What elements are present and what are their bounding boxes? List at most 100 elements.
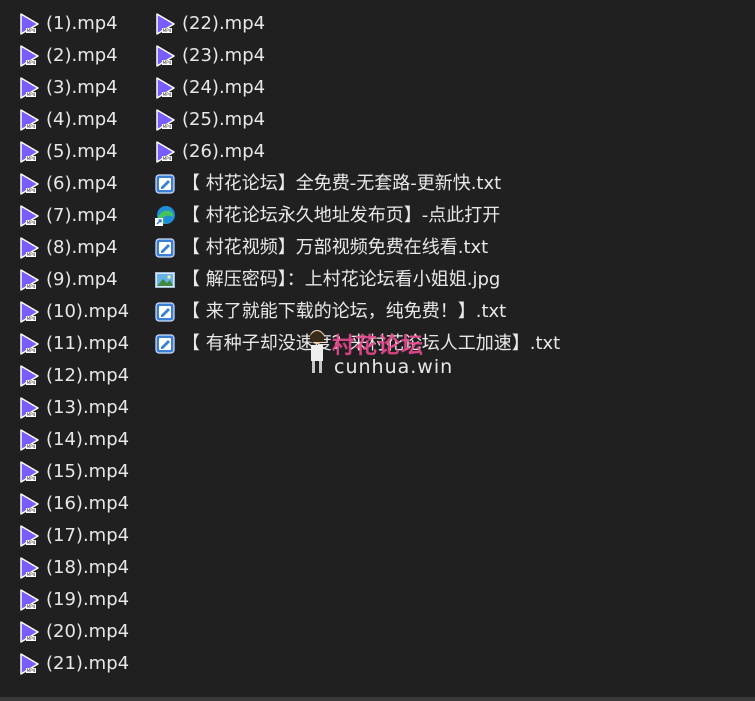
file-name: (15).mp4 [46,461,130,482]
svg-text:MP4: MP4 [27,348,36,353]
svg-text:MP4: MP4 [163,92,172,97]
file-name: (11).mp4 [46,333,130,354]
file-name: (22).mp4 [182,13,266,34]
file-name: (3).mp4 [46,77,118,98]
file-name: 【 解压密码】：上村花论坛看小姐姐.jpg [182,269,501,290]
file-name: (2).mp4 [46,45,118,66]
file-name: (19).mp4 [46,589,130,610]
file-item[interactable]: MP4 (7).mp4 [18,200,129,232]
file-item[interactable]: MP4 (9).mp4 [18,264,129,296]
svg-text:MP4: MP4 [27,156,36,161]
file-name: (1).mp4 [46,13,118,34]
svg-text:MP4: MP4 [27,252,36,257]
mp4-file-icon: MP4 [18,205,40,227]
file-item[interactable]: 【 村花视频】万部视频免费在线看.txt [154,232,560,264]
file-item[interactable]: MP4 (1).mp4 [18,8,129,40]
file-name: 【 来了就能下载的论坛，纯免费！】.txt [182,301,507,322]
mp4-file-icon: MP4 [18,525,40,547]
mp4-file-icon: MP4 [18,365,40,387]
text-file-icon [154,173,176,195]
file-name: (18).mp4 [46,557,130,578]
mp4-file-icon: MP4 [18,621,40,643]
file-item[interactable]: MP4 (18).mp4 [18,552,129,584]
mp4-file-icon: MP4 [18,237,40,259]
svg-text:MP4: MP4 [163,60,172,65]
file-item[interactable]: MP4 (11).mp4 [18,328,129,360]
file-item[interactable]: MP4 (6).mp4 [18,168,129,200]
mp4-file-icon: MP4 [154,45,176,67]
svg-text:MP4: MP4 [27,444,36,449]
svg-text:MP4: MP4 [27,412,36,417]
file-name: 【 村花视频】万部视频免费在线看.txt [182,237,489,258]
svg-text:MP4: MP4 [27,188,36,193]
svg-text:MP4: MP4 [27,124,36,129]
mp4-file-icon: MP4 [18,589,40,611]
file-item[interactable]: 【 解压密码】：上村花论坛看小姐姐.jpg [154,264,560,296]
file-name: (5).mp4 [46,141,118,162]
svg-text:MP4: MP4 [27,316,36,321]
file-item[interactable]: MP4 (15).mp4 [18,456,129,488]
mp4-file-icon: MP4 [154,77,176,99]
file-item[interactable]: MP4 (19).mp4 [18,584,129,616]
text-file-icon [154,301,176,323]
file-name: (10).mp4 [46,301,130,322]
horizontal-scrollbar[interactable] [0,697,755,701]
file-name: (20).mp4 [46,621,130,642]
file-item[interactable]: MP4 (13).mp4 [18,392,129,424]
file-item[interactable]: MP4 (8).mp4 [18,232,129,264]
mp4-file-icon: MP4 [18,13,40,35]
file-item[interactable]: MP4 (2).mp4 [18,40,129,72]
file-item[interactable]: MP4 (14).mp4 [18,424,129,456]
svg-text:MP4: MP4 [27,284,36,289]
file-name: 【 村花论坛】全免费-无套路-更新快.txt [182,173,502,194]
svg-text:MP4: MP4 [27,604,36,609]
mp4-file-icon: MP4 [154,141,176,163]
svg-text:MP4: MP4 [27,540,36,545]
image-file-icon [154,269,176,291]
svg-text:MP4: MP4 [27,572,36,577]
file-item[interactable]: MP4 (26).mp4 [154,136,560,168]
file-name: (7).mp4 [46,205,118,226]
file-name: (23).mp4 [182,45,266,66]
file-item[interactable]: MP4 (25).mp4 [154,104,560,136]
file-item[interactable]: 【 村花论坛永久地址发布页】-点此打开 [154,200,560,232]
svg-text:MP4: MP4 [27,668,36,673]
file-name: (25).mp4 [182,109,266,130]
mp4-file-icon: MP4 [18,301,40,323]
file-item[interactable]: MP4 (20).mp4 [18,616,129,648]
file-name: (24).mp4 [182,77,266,98]
file-name: (21).mp4 [46,653,130,674]
file-name: (17).mp4 [46,525,130,546]
mp4-file-icon: MP4 [18,429,40,451]
file-item[interactable]: MP4 (5).mp4 [18,136,129,168]
mp4-file-icon: MP4 [154,13,176,35]
svg-text:MP4: MP4 [27,476,36,481]
mp4-file-icon: MP4 [18,461,40,483]
file-column-1: MP4 (1).mp4 MP4 (2).mp4 MP4 (3).mp4 MP4 … [18,8,129,680]
file-item[interactable]: MP4 (21).mp4 [18,648,129,680]
file-item[interactable]: MP4 (23).mp4 [154,40,560,72]
file-item[interactable]: MP4 (16).mp4 [18,488,129,520]
text-file-icon [154,237,176,259]
svg-text:MP4: MP4 [163,156,172,161]
file-item[interactable]: MP4 (17).mp4 [18,520,129,552]
svg-text:MP4: MP4 [27,60,36,65]
svg-text:MP4: MP4 [27,28,36,33]
file-item[interactable]: MP4 (22).mp4 [154,8,560,40]
file-item[interactable]: MP4 (4).mp4 [18,104,129,136]
file-item[interactable]: MP4 (10).mp4 [18,296,129,328]
svg-text:MP4: MP4 [27,380,36,385]
file-item[interactable]: MP4 (3).mp4 [18,72,129,104]
mp4-file-icon: MP4 [18,77,40,99]
file-item[interactable]: MP4 (12).mp4 [18,360,129,392]
file-item[interactable]: 【 来了就能下载的论坛，纯免费！】.txt [154,296,560,328]
file-name: (4).mp4 [46,109,118,130]
mp4-file-icon: MP4 [18,557,40,579]
file-item[interactable]: 【 村花论坛】全免费-无套路-更新快.txt [154,168,560,200]
file-name: (26).mp4 [182,141,266,162]
file-item[interactable]: MP4 (24).mp4 [154,72,560,104]
file-item[interactable]: 【 有种子却没速度？来村花论坛人工加速】.txt [154,328,560,360]
svg-text:MP4: MP4 [27,508,36,513]
file-name: (12).mp4 [46,365,130,386]
svg-text:MP4: MP4 [27,92,36,97]
